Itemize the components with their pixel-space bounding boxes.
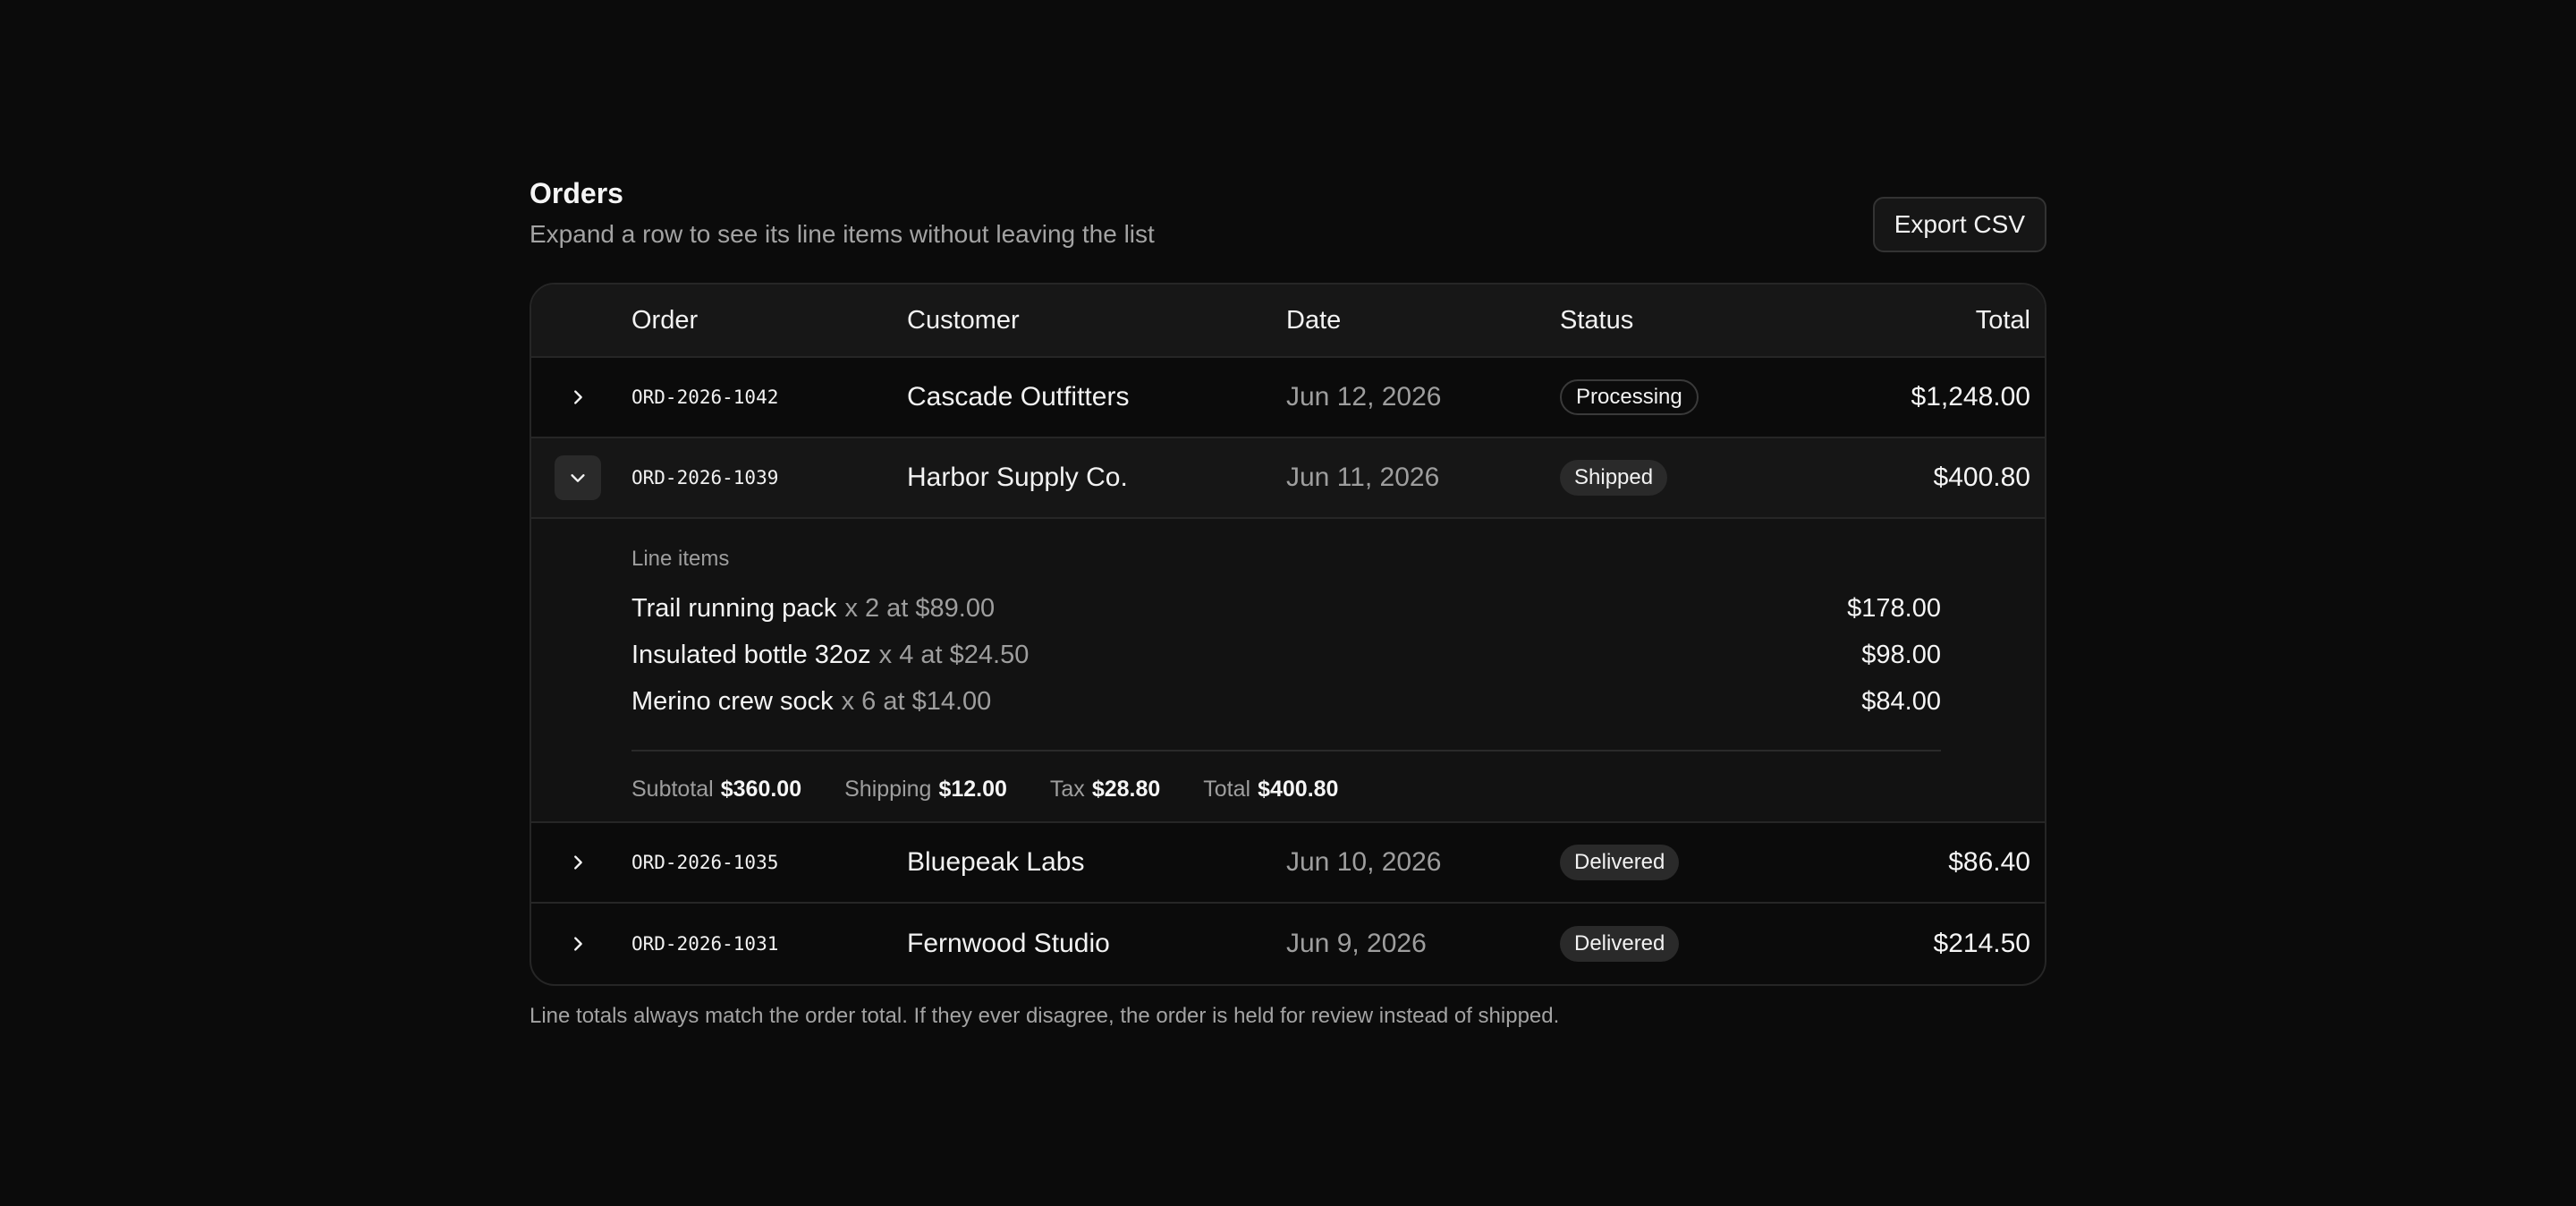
orders-table: Order Customer Date Status Total ORD-202… — [530, 283, 2046, 986]
line-item-quantity: x 2 at $89.00 — [844, 593, 996, 623]
line-item-quantity: x 6 at $14.00 — [841, 686, 992, 716]
customer-name: Fernwood Studio — [907, 929, 1110, 958]
line-item-amount: $178.00 — [1847, 593, 1941, 623]
summary-tax: Tax $28.80 — [1050, 777, 1160, 803]
expand-row-button[interactable] — [555, 840, 601, 885]
status-badge: Delivered — [1560, 926, 1680, 962]
summary-subtotal: Subtotal $360.00 — [631, 777, 801, 803]
column-header-date[interactable]: Date — [1286, 285, 1341, 356]
order-total: $214.50 — [1933, 929, 2030, 958]
footnote: Line totals always match the order total… — [530, 1004, 1560, 1028]
line-item: Trail running pack x 2 at $89.00 $178.00 — [631, 585, 1941, 632]
order-total: $1,248.00 — [1911, 382, 2030, 412]
line-item: Merino crew sock x 6 at $14.00 $84.00 — [631, 678, 1941, 725]
line-item-amount: $98.00 — [1861, 640, 1941, 669]
chevron-right-icon — [574, 937, 582, 951]
expand-row-button[interactable] — [555, 921, 601, 966]
summary-total: Total $400.80 — [1203, 777, 1338, 803]
page-title: Orders — [530, 177, 623, 209]
summary-shipping-value: $12.00 — [938, 777, 1007, 802]
chevron-down-icon — [571, 474, 585, 482]
column-header-customer[interactable]: Customer — [907, 285, 1020, 356]
orders-page: Orders Expand a row to see its line item… — [530, 175, 2046, 1028]
order-date: Jun 10, 2026 — [1286, 847, 1442, 877]
line-items-divider — [631, 750, 1941, 752]
order-id: ORD-2026-1035 — [631, 852, 779, 873]
order-date: Jun 9, 2026 — [1286, 929, 1427, 958]
table-row-expanded[interactable]: ORD-2026-1039 Harbor Supply Co. Jun 11, … — [531, 438, 2045, 519]
order-id: ORD-2026-1039 — [631, 467, 779, 488]
summary-tax-label: Tax — [1049, 777, 1085, 802]
table-row[interactable]: ORD-2026-1035 Bluepeak Labs Jun 10, 2026… — [531, 823, 2045, 904]
column-header-total[interactable]: Total — [1976, 285, 2030, 356]
row-toggle-cell — [555, 823, 601, 902]
row-toggle-cell — [555, 904, 601, 984]
status-badge: Processing — [1560, 379, 1699, 415]
summary-subtotal-label: Subtotal — [631, 777, 714, 802]
order-summary: Subtotal $360.00 Shipping $12.00 Tax $28.80… — [631, 777, 1941, 803]
order-id: ORD-2026-1031 — [631, 933, 779, 955]
order-total: $400.80 — [1933, 463, 2030, 492]
summary-subtotal-value: $360.00 — [720, 777, 802, 802]
summary-total-value: $400.80 — [1258, 777, 1339, 802]
status-badge: Shipped — [1560, 460, 1668, 496]
line-item-quantity: x 4 at $24.50 — [878, 640, 1030, 669]
summary-tax-value: $28.80 — [1091, 777, 1161, 802]
collapse-row-button[interactable] — [555, 455, 601, 500]
export-csv-button[interactable]: Export CSV — [1872, 197, 2046, 252]
summary-total-label: Total — [1203, 777, 1251, 802]
summary-shipping-label: Shipping — [844, 777, 932, 802]
line-items-heading: Line items — [631, 547, 730, 571]
line-item-name: Merino crew sock — [631, 686, 834, 716]
column-header-order[interactable]: Order — [631, 285, 698, 356]
chevron-right-icon — [574, 855, 582, 870]
row-toggle-cell — [555, 358, 601, 437]
order-id: ORD-2026-1042 — [631, 386, 779, 408]
page-subtitle: Expand a row to see its line items witho… — [530, 220, 1155, 248]
line-item-name: Insulated bottle 32oz — [631, 640, 871, 669]
line-items-panel: Line items Trail running pack x 2 at $89… — [531, 519, 2045, 823]
line-item-name: Trail running pack — [631, 593, 837, 623]
summary-shipping: Shipping $12.00 — [844, 777, 1007, 803]
order-date: Jun 11, 2026 — [1286, 463, 1440, 492]
page-header: Orders Expand a row to see its line item… — [530, 175, 2046, 252]
table-row[interactable]: ORD-2026-1031 Fernwood Studio Jun 9, 202… — [531, 904, 2045, 984]
column-header-status[interactable]: Status — [1560, 285, 1633, 356]
chevron-right-icon — [574, 390, 582, 404]
table-row[interactable]: ORD-2026-1042 Cascade Outfitters Jun 12,… — [531, 358, 2045, 438]
order-total: $86.40 — [1948, 847, 2030, 877]
line-item: Insulated bottle 32oz x 4 at $24.50 $98.… — [631, 632, 1941, 678]
expand-row-button[interactable] — [555, 375, 601, 420]
table-header-row: Order Customer Date Status Total — [531, 285, 2045, 358]
order-date: Jun 12, 2026 — [1286, 382, 1442, 412]
line-item-amount: $84.00 — [1861, 686, 1941, 716]
customer-name: Cascade Outfitters — [907, 382, 1130, 412]
row-toggle-cell — [555, 438, 601, 517]
status-badge: Delivered — [1560, 845, 1680, 880]
customer-name: Bluepeak Labs — [907, 847, 1085, 877]
customer-name: Harbor Supply Co. — [907, 463, 1128, 492]
